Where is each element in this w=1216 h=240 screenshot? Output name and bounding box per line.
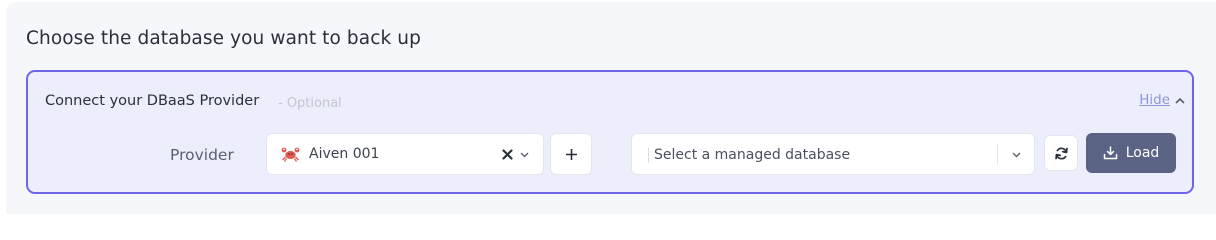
refresh-databases-button[interactable]	[1044, 135, 1078, 171]
chevron-down-icon[interactable]	[1012, 152, 1021, 158]
provider-select-value: Aiven 001	[309, 146, 380, 162]
load-button[interactable]: Load	[1086, 133, 1176, 173]
select-divider	[997, 144, 998, 165]
text-caret	[648, 148, 649, 163]
download-tray-icon	[1103, 146, 1117, 160]
refresh-icon	[1054, 146, 1068, 160]
load-button-label: Load	[1125, 145, 1160, 161]
managed-database-select[interactable]: Select a managed database	[631, 133, 1035, 175]
provider-label: Provider	[170, 146, 234, 164]
database-select-placeholder: Select a managed database	[654, 147, 851, 163]
optional-label: - Optional	[278, 96, 342, 111]
panel-heading: Connect your DBaaS Provider	[45, 93, 260, 109]
plus-icon	[565, 148, 577, 160]
dbaas-provider-panel: Connect your DBaaS Provider - Optional H…	[26, 70, 1194, 194]
hide-link[interactable]: Hide	[1139, 92, 1170, 108]
chevron-up-icon	[1175, 97, 1185, 104]
provider-select[interactable]: Aiven 001	[266, 133, 544, 175]
hide-toggle[interactable]: Hide	[1139, 92, 1185, 108]
clear-selection-icon[interactable]	[502, 149, 513, 160]
crab-icon	[281, 147, 300, 162]
section-title: Choose the database you want to back up	[26, 28, 421, 49]
add-provider-button[interactable]	[550, 133, 592, 175]
chevron-down-icon[interactable]	[520, 152, 529, 158]
